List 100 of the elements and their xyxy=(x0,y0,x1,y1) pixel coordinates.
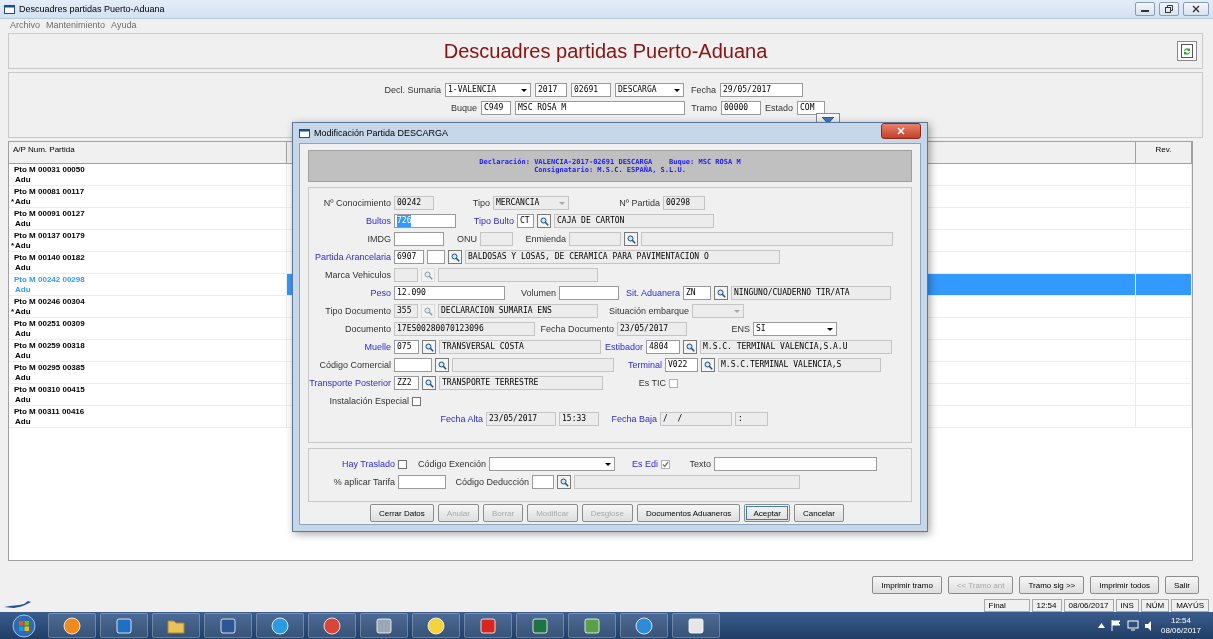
search-button[interactable] xyxy=(557,475,571,489)
input-field[interactable]: 12.090 xyxy=(394,286,505,300)
minimize-button[interactable] xyxy=(1135,2,1155,16)
up-arrow-icon[interactable] xyxy=(1097,623,1105,628)
taskbar-button[interactable] xyxy=(204,613,252,638)
input-field[interactable]: ZZ2 xyxy=(394,376,419,390)
dialog-button[interactable]: Documentos Aduaneros xyxy=(637,504,741,522)
search-button[interactable] xyxy=(624,232,638,246)
search-button[interactable] xyxy=(683,340,697,354)
column-header[interactable]: A/P Num. Partida xyxy=(9,142,287,164)
search-button[interactable] xyxy=(435,358,449,372)
input-field[interactable]: 6907 xyxy=(394,250,424,264)
search-button[interactable] xyxy=(714,286,728,300)
taskbar-button[interactable] xyxy=(516,613,564,638)
close-button[interactable] xyxy=(1183,2,1209,16)
dropdown-field[interactable]: SI xyxy=(753,322,837,336)
app-window-icon xyxy=(4,4,15,14)
table-cell[interactable]: Pto M 00091 00127 Adu xyxy=(9,208,287,230)
input-field[interactable]: ZN xyxy=(683,286,711,300)
taskbar-button[interactable] xyxy=(620,613,668,638)
taskbar-button[interactable] xyxy=(464,613,512,638)
action-button[interactable]: Imprimir tramo xyxy=(872,576,942,594)
table-cell[interactable]: Pto M 00081 00117 *Adu xyxy=(9,186,287,208)
app-icon xyxy=(219,616,237,635)
table-cell[interactable]: Pto M 00031 00050 Adu xyxy=(9,164,287,186)
input-field[interactable]: 00000 xyxy=(721,101,761,115)
maximize-button[interactable] xyxy=(1159,2,1179,16)
menu-item[interactable]: Archivo xyxy=(10,20,40,30)
table-cell[interactable]: Pto M 00140 00182 Adu xyxy=(9,252,287,274)
action-button[interactable]: Salir xyxy=(1165,576,1199,594)
menu-item[interactable]: Ayuda xyxy=(111,20,137,30)
status-cell: INS xyxy=(1115,598,1139,612)
input-field[interactable] xyxy=(714,457,877,471)
search-button[interactable] xyxy=(422,376,436,390)
round-app-icon xyxy=(427,616,445,635)
input-field[interactable]: MSC ROSA M xyxy=(515,101,685,115)
search-button[interactable] xyxy=(422,340,436,354)
input-field[interactable]: COM xyxy=(797,101,825,115)
taskbar-button[interactable] xyxy=(672,613,720,638)
taskbar-button[interactable] xyxy=(100,613,148,638)
table-cell[interactable]: Pto M 00259 00318 Adu xyxy=(9,340,287,362)
dialog-button[interactable]: Cerrar Datos xyxy=(370,504,434,522)
taskbar-button[interactable] xyxy=(360,613,408,638)
field-label: Código Comercial xyxy=(318,360,391,370)
input-field[interactable]: CT xyxy=(517,214,534,228)
round-app-icon xyxy=(63,616,81,635)
input-field[interactable]: C949 xyxy=(481,101,511,115)
input-field[interactable]: V022 xyxy=(665,358,698,372)
app-icon xyxy=(479,616,497,635)
search-icon xyxy=(703,360,713,370)
close-button[interactable] xyxy=(881,123,921,139)
table-cell[interactable]: Pto M 00246 00304 *Adu xyxy=(9,296,287,318)
search-icon xyxy=(423,306,433,316)
checkbox[interactable] xyxy=(398,459,407,469)
search-button[interactable] xyxy=(701,358,715,372)
input-field[interactable] xyxy=(394,358,432,372)
dropdown-field[interactable]: DESCARGA xyxy=(615,83,684,97)
checkbox[interactable] xyxy=(412,396,421,406)
round-app-icon xyxy=(271,616,289,635)
search-button[interactable] xyxy=(448,250,462,264)
refresh-button[interactable] xyxy=(1177,41,1197,61)
taskbar-button[interactable] xyxy=(256,613,304,638)
input-field[interactable] xyxy=(532,475,554,489)
column-header[interactable]: Rev. xyxy=(1136,142,1192,164)
clock[interactable]: 12:54 08/06/2017 xyxy=(1160,615,1201,636)
action-button[interactable]: Tramo sig >> xyxy=(1019,576,1085,594)
table-cell[interactable]: Pto M 00251 00309 Adu xyxy=(9,318,287,340)
search-icon xyxy=(423,270,433,280)
field-label: Buque xyxy=(449,103,477,113)
taskbar-button[interactable] xyxy=(152,613,200,638)
dialog-button[interactable]: Cancelar xyxy=(793,504,844,522)
field-label: Tramo xyxy=(690,103,717,113)
menu-item[interactable]: Mantenimiento xyxy=(46,20,106,30)
table-cell[interactable]: Pto M 00295 00385 Adu xyxy=(9,362,287,384)
input-field[interactable] xyxy=(394,232,444,246)
input-field[interactable]: 2017 xyxy=(535,83,567,97)
taskbar-button[interactable] xyxy=(48,613,96,638)
search-button[interactable] xyxy=(537,214,551,228)
close-icon xyxy=(1192,5,1200,13)
dropdown-field[interactable] xyxy=(489,457,615,471)
taskbar-button[interactable] xyxy=(568,613,616,638)
input-field[interactable]: 02691 xyxy=(571,83,611,97)
input-field[interactable]: 075 xyxy=(394,340,419,354)
table-cell[interactable]: Pto M 00137 00179 *Adu xyxy=(9,230,287,252)
field-label: Es Edi xyxy=(631,459,658,469)
status-cell: NÚM xyxy=(1140,598,1170,612)
taskbar-button[interactable] xyxy=(412,613,460,638)
input-field[interactable] xyxy=(559,286,619,300)
action-button[interactable]: Imprimir todos xyxy=(1090,576,1159,594)
input-field[interactable]: 4804 xyxy=(646,340,680,354)
input-field[interactable]: 29/05/2017 xyxy=(720,83,803,97)
monitor-icon[interactable] xyxy=(1126,620,1139,631)
dropdown-field[interactable]: 1-VALENCIA xyxy=(445,83,531,97)
table-cell[interactable]: Pto M 00311 00416 Adu xyxy=(9,406,287,428)
input-field[interactable] xyxy=(398,475,446,489)
taskbar-button[interactable] xyxy=(308,613,356,638)
flag-icon[interactable] xyxy=(1110,620,1121,631)
dialog-button[interactable]: Aceptar xyxy=(744,504,790,522)
input-field[interactable] xyxy=(427,250,445,264)
table-cell[interactable]: Pto M 00310 00415 Adu xyxy=(9,384,287,406)
